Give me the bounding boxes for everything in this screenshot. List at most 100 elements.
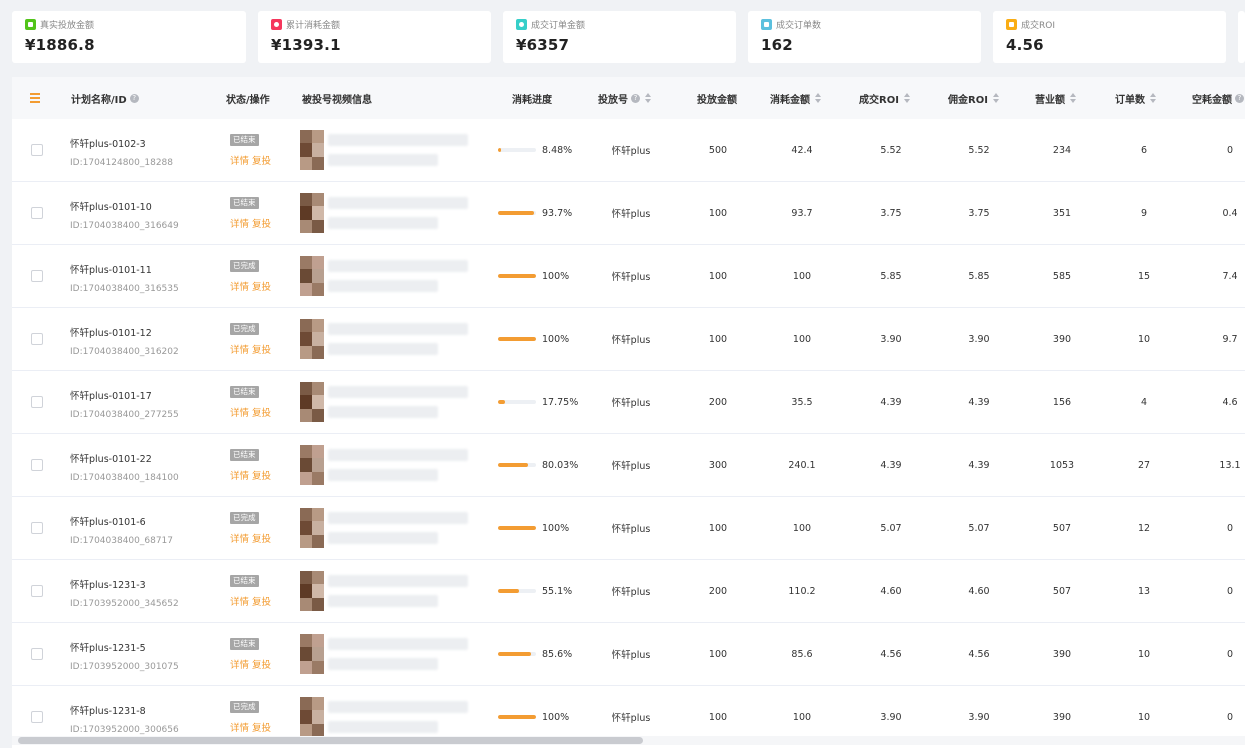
row-checkbox[interactable] [31,396,43,408]
video-title-blurred [328,197,468,209]
progress-bar-fill [498,211,534,215]
row-checkbox[interactable] [31,270,43,282]
help-icon[interactable]: ? [631,93,640,103]
roi-cell: 5.85 [880,270,902,282]
video-thumbnail[interactable] [300,508,324,548]
row-checkbox[interactable] [31,333,43,345]
progress-percent: 100% [542,270,570,282]
video-thumbnail[interactable] [300,319,324,359]
card-order-count: 成交订单数 162 [748,11,981,63]
card-value: ¥6357 [516,36,570,54]
progress-percent: 100% [542,522,570,534]
sort-icon[interactable] [903,93,910,103]
video-thumbnail[interactable] [300,193,324,233]
progress-cell: 85.6% [498,623,572,685]
reinvest-link[interactable]: 复投 [252,471,271,482]
header-label: 投放金额 [697,94,737,106]
header-commission-roi[interactable]: 佣金ROI [948,77,999,119]
reinvest-link[interactable]: 复投 [252,660,271,671]
progress-bar-fill [498,652,531,656]
row-checkbox[interactable] [31,585,43,597]
table-row: 怀轩plus-0101-10 ID:1704038400_316649 已结束 … [12,182,1245,245]
row-checkbox[interactable] [31,144,43,156]
detail-link[interactable]: 详情 [230,723,249,734]
row-checkbox[interactable] [31,648,43,660]
sort-icon[interactable] [1150,93,1156,103]
detail-link[interactable]: 详情 [230,597,249,608]
video-subtitle-blurred [328,280,438,292]
budget-cell: 100 [708,333,728,345]
commission-roi-cell: 5.85 [968,270,990,282]
reinvest-link[interactable]: 复投 [252,534,271,545]
header-label: 计划名称/ID [71,94,127,106]
reinvest-link[interactable]: 复投 [252,723,271,734]
video-info [300,697,470,737]
video-info [300,256,470,296]
sort-icon[interactable] [992,93,999,103]
row-checkbox[interactable] [31,522,43,534]
video-thumbnail[interactable] [300,634,324,674]
video-title-blurred [328,386,468,398]
reinvest-link[interactable]: 复投 [252,597,271,608]
reinvest-link[interactable]: 复投 [252,219,271,230]
roi-cell: 4.60 [880,585,902,597]
detail-link[interactable]: 详情 [230,219,249,230]
video-subtitle-blurred [328,406,438,418]
detail-link[interactable]: 详情 [230,282,249,293]
detail-link[interactable]: 详情 [230,408,249,419]
sort-icon[interactable] [815,93,821,103]
header-spent[interactable]: 消耗金额 [770,77,821,119]
row-checkbox[interactable] [31,711,43,723]
plan-cell: 怀轩plus-1231-5 ID:1703952000_301075 [70,640,179,672]
detail-link[interactable]: 详情 [230,534,249,545]
header-idle[interactable]: 空耗金额? [1192,77,1244,119]
header-plan: 计划名称/ID? [71,77,139,119]
status-badge: 已结束 [230,575,259,587]
commission-roi-cell: 3.75 [968,207,990,219]
plan-name: 怀轩plus-0102-3 [70,139,146,150]
plan-cell: 怀轩plus-0101-10 ID:1704038400_316649 [70,199,179,231]
video-thumbnail[interactable] [300,256,324,296]
sort-icon[interactable] [645,93,651,103]
roi-cell: 5.07 [880,522,902,534]
revenue-cell: 585 [1052,270,1072,282]
video-thumbnail[interactable] [300,697,324,737]
plan-id: ID:1703952000_301075 [70,662,179,672]
detail-link[interactable]: 详情 [230,660,249,671]
header-account[interactable]: 投放号? [598,77,651,119]
plan-name: 怀轩plus-1231-8 [70,706,146,717]
header-revenue[interactable]: 营业额 [1035,77,1076,119]
video-thumbnail[interactable] [300,571,324,611]
header-orders[interactable]: 订单数 [1115,77,1156,119]
column-settings[interactable] [30,77,40,119]
account-cell: 怀轩plus [611,650,651,661]
video-thumbnail[interactable] [300,445,324,485]
row-checkbox[interactable] [31,459,43,471]
detail-link[interactable]: 详情 [230,471,249,482]
idle-cell: 7.4 [1222,270,1238,282]
header-roi[interactable]: 成交ROI [859,77,910,119]
reinvest-link[interactable]: 复投 [252,408,271,419]
menu-icon[interactable] [30,93,40,103]
sort-icon[interactable] [1070,93,1076,103]
help-icon[interactable]: ? [1235,93,1244,103]
plan-cell: 怀轩plus-0101-22 ID:1704038400_184100 [70,451,179,483]
status-cell: 已结束 详情 复投 [230,134,278,167]
row-checkbox[interactable] [31,207,43,219]
horizontal-scrollbar-thumb[interactable] [18,737,643,744]
detail-link[interactable]: 详情 [230,345,249,356]
video-thumbnail[interactable] [300,382,324,422]
table-row: 怀轩plus-0102-3 ID:1704124800_18288 已结束 详情… [12,119,1245,182]
reinvest-link[interactable]: 复投 [252,156,271,167]
card-label: 成交订单数 [776,20,822,31]
spent-cell: 35.5 [791,396,813,408]
plan-cell: 怀轩plus-1231-8 ID:1703952000_300656 [70,703,179,735]
help-icon[interactable]: ? [129,93,139,103]
video-thumbnail[interactable] [300,130,324,170]
video-title-blurred [328,449,468,461]
reinvest-link[interactable]: 复投 [252,345,271,356]
revenue-cell: 507 [1052,522,1072,534]
idle-cell: 0 [1226,585,1234,597]
reinvest-link[interactable]: 复投 [252,282,271,293]
detail-link[interactable]: 详情 [230,156,249,167]
